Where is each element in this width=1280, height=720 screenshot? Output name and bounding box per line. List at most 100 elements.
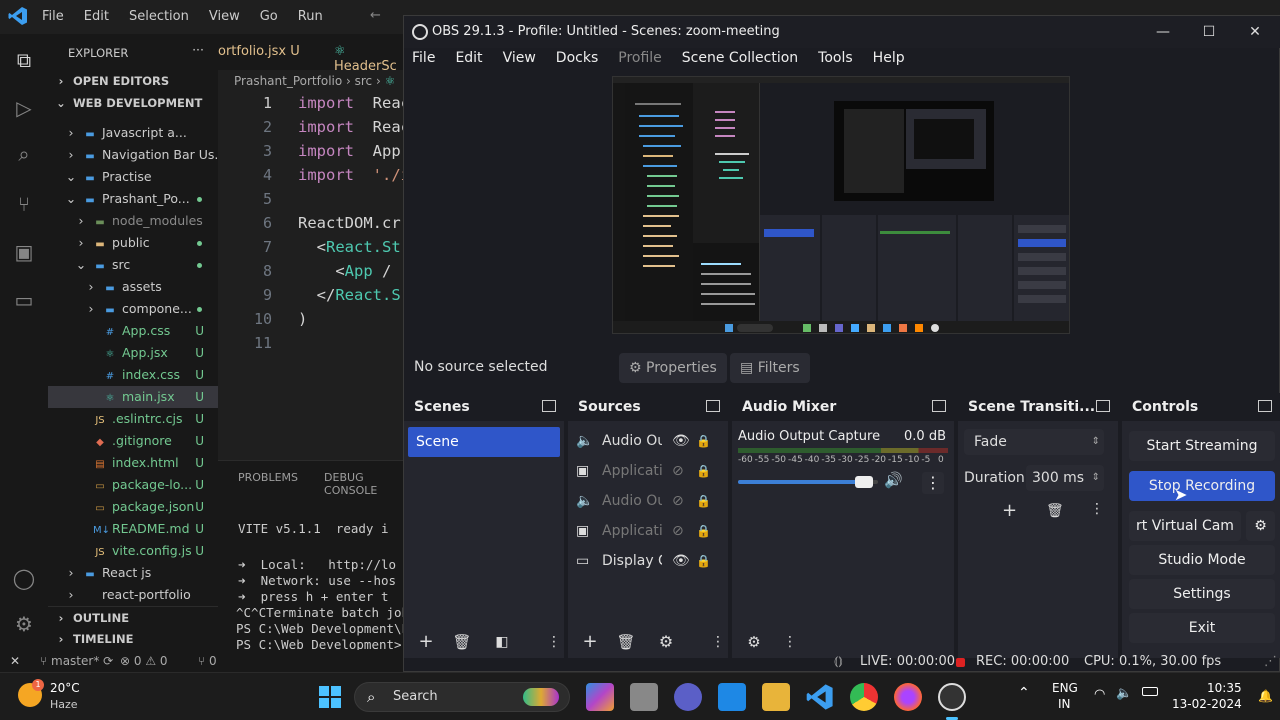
tree-item[interactable]: ▤ index.html U bbox=[48, 452, 218, 474]
taskbar-search[interactable]: ⌕ Search bbox=[354, 682, 570, 712]
start-windows-icon[interactable] bbox=[318, 685, 342, 709]
tree-item[interactable]: › ▬ assets bbox=[48, 276, 218, 298]
vs-menu-view[interactable]: View bbox=[209, 9, 240, 24]
tree-item[interactable]: › ▬ node_modules bbox=[48, 210, 218, 232]
add-transition-icon[interactable]: + bbox=[1002, 500, 1017, 521]
volume-slider-handle[interactable] bbox=[854, 476, 873, 488]
tree-item[interactable]: ⌄ ▬ Practise bbox=[48, 166, 218, 188]
source-item[interactable]: 🔈 Audio Ou ⊘ 🔒 bbox=[576, 487, 726, 515]
vs-menu-edit[interactable]: Edit bbox=[84, 9, 109, 24]
tree-item[interactable]: ▭ package.json U bbox=[48, 496, 218, 518]
source-item[interactable]: 🔈 Audio Ou 👁 🔒 bbox=[576, 427, 726, 455]
tree-item[interactable]: ◆ .gitignore U bbox=[48, 430, 218, 452]
chrome-icon[interactable] bbox=[850, 683, 878, 711]
wifi-icon[interactable]: ◠ bbox=[1094, 687, 1105, 702]
tree-item[interactable]: › react-portfolio bbox=[48, 584, 218, 606]
manage-gear-icon[interactable]: ⚙ bbox=[12, 612, 36, 636]
lock-icon[interactable]: 🔒 bbox=[696, 457, 711, 485]
eye-hidden-icon[interactable]: ⊘ bbox=[672, 457, 684, 485]
tab-problems[interactable]: PROBLEMS bbox=[238, 471, 298, 497]
lock-icon[interactable]: 🔒 bbox=[696, 487, 711, 515]
firefox-icon[interactable] bbox=[894, 683, 922, 711]
scene-item[interactable]: Scene bbox=[408, 427, 560, 457]
extensions-icon[interactable]: ▣ bbox=[12, 240, 36, 264]
exit-button[interactable]: Exit bbox=[1129, 613, 1275, 643]
search-icon[interactable]: ⌕ bbox=[12, 142, 36, 166]
problems-indicator[interactable]: ⊗ 0 ⚠ 0 bbox=[120, 650, 168, 672]
obs-menu-docks[interactable]: Docks bbox=[556, 50, 598, 66]
obs-menu-file[interactable]: File bbox=[412, 50, 435, 66]
remove-scene-icon[interactable]: 🗑 bbox=[450, 630, 474, 654]
transition-more-icon[interactable]: ⋮ bbox=[1090, 501, 1104, 517]
explorer-icon[interactable]: ⧉ bbox=[12, 48, 36, 72]
scene-filters-icon[interactable]: ◧ bbox=[490, 630, 514, 654]
virtual-cam-settings-icon[interactable]: ⚙ bbox=[1246, 511, 1275, 541]
undock-icon[interactable] bbox=[1258, 400, 1272, 412]
breadcrumb[interactable]: Prashant_Portfolio › src › ⚛ bbox=[234, 74, 395, 88]
stop-recording-button[interactable]: Stop Recording bbox=[1129, 471, 1275, 501]
mail-icon[interactable] bbox=[718, 683, 746, 711]
tree-item[interactable]: ⌄ ▬ Prashant_Po... bbox=[48, 188, 218, 210]
source-item[interactable]: ▣ Applicati ⊘ 🔒 bbox=[576, 457, 726, 485]
volume-slider-track[interactable] bbox=[738, 476, 878, 488]
remove-transition-icon[interactable]: 🗑 bbox=[1046, 503, 1064, 519]
tree-item[interactable]: › ▬ Javascript a... bbox=[48, 122, 218, 144]
eye-hidden-icon[interactable]: ⊘ bbox=[672, 517, 684, 545]
undock-icon[interactable] bbox=[1096, 400, 1110, 412]
minimize-icon[interactable]: — bbox=[1140, 16, 1186, 48]
show-hidden-icons-icon[interactable]: ⌃ bbox=[1018, 685, 1030, 701]
file-explorer-icon[interactable] bbox=[762, 683, 790, 711]
obs-menu-tools[interactable]: Tools bbox=[818, 50, 853, 66]
undock-icon[interactable] bbox=[932, 400, 946, 412]
obs-menu-view[interactable]: View bbox=[503, 50, 536, 66]
vscode-taskbar-icon[interactable] bbox=[806, 683, 834, 711]
vs-menu-run[interactable]: Run bbox=[298, 9, 323, 24]
properties-button[interactable]: ⚙ Properties bbox=[619, 353, 727, 383]
tree-item[interactable]: JS vite.config.js U bbox=[48, 540, 218, 562]
obs-menu-edit[interactable]: Edit bbox=[455, 50, 482, 66]
eye-hidden-icon[interactable]: ⊘ bbox=[672, 487, 684, 515]
tree-item[interactable]: ⚛ main.jsx U bbox=[48, 386, 218, 408]
branch-indicator[interactable]: ⑂ master* ⟳ bbox=[40, 650, 113, 672]
virtual-camera-button[interactable]: rt Virtual Cam bbox=[1129, 511, 1241, 541]
tree-item[interactable]: JS .eslintrc.cjs U bbox=[48, 408, 218, 430]
tree-item[interactable]: M↓ README.md U bbox=[48, 518, 218, 540]
speaker-icon[interactable]: 🔊 bbox=[884, 471, 903, 489]
run-debug-icon[interactable]: ▷ bbox=[12, 96, 36, 120]
obs-menu-scene-collection[interactable]: Scene Collection bbox=[682, 50, 798, 66]
account-icon[interactable]: ◯ bbox=[12, 566, 36, 590]
eye-icon[interactable]: 👁 bbox=[672, 547, 690, 575]
tree-item[interactable]: ▭ package-lo... U bbox=[48, 474, 218, 496]
undock-icon[interactable] bbox=[542, 400, 556, 412]
lock-icon[interactable]: 🔒 bbox=[696, 427, 711, 455]
volume-icon[interactable]: 🔈 bbox=[1116, 686, 1132, 701]
tree-item[interactable]: ⌄ ▬ src bbox=[48, 254, 218, 276]
settings-button[interactable]: Settings bbox=[1129, 579, 1275, 609]
eye-icon[interactable]: 👁 bbox=[672, 427, 690, 455]
duration-spinbox[interactable]: 300 ms ⇕ bbox=[1026, 465, 1104, 491]
tree-item[interactable]: › ▬ Navigation Bar Us... bbox=[48, 144, 219, 166]
transition-select[interactable]: Fade ⇕ bbox=[964, 429, 1104, 455]
tab-portfolio[interactable]: ortfolio.jsx U bbox=[218, 44, 300, 59]
tree-item[interactable]: # index.css U bbox=[48, 364, 218, 386]
source-control-icon[interactable]: ⑂ bbox=[12, 192, 36, 216]
resize-grip-icon[interactable]: ⋰ bbox=[1264, 652, 1277, 672]
tree-item[interactable]: › ▬ React js bbox=[48, 562, 218, 584]
scene-more-icon[interactable]: ⋮ bbox=[542, 630, 566, 654]
source-item[interactable]: ▭ Display C 👁 🔒 bbox=[576, 547, 726, 575]
tab-header[interactable]: ⚛ HeaderSc bbox=[334, 44, 404, 74]
maximize-icon[interactable]: ☐ bbox=[1186, 16, 1232, 48]
outline-header[interactable]: › OUTLINE bbox=[48, 606, 218, 628]
vs-menu-go[interactable]: Go bbox=[260, 9, 278, 24]
tree-item[interactable]: ⚛ App.jsx U bbox=[48, 342, 218, 364]
meet-icon[interactable] bbox=[674, 683, 702, 711]
ports-indicator[interactable]: ⑂ 0 bbox=[198, 650, 217, 672]
lock-icon[interactable]: 🔒 bbox=[696, 547, 711, 575]
more-actions-icon[interactable]: ··· bbox=[192, 42, 204, 57]
add-source-icon[interactable]: + bbox=[578, 630, 602, 654]
notification-icon[interactable]: 🔔 bbox=[1258, 689, 1273, 703]
start-streaming-button[interactable]: Start Streaming bbox=[1129, 431, 1275, 461]
close-icon[interactable]: ✕ bbox=[1232, 16, 1278, 48]
undock-icon[interactable] bbox=[706, 400, 720, 412]
filters-button[interactable]: ▤ Filters bbox=[730, 353, 810, 383]
